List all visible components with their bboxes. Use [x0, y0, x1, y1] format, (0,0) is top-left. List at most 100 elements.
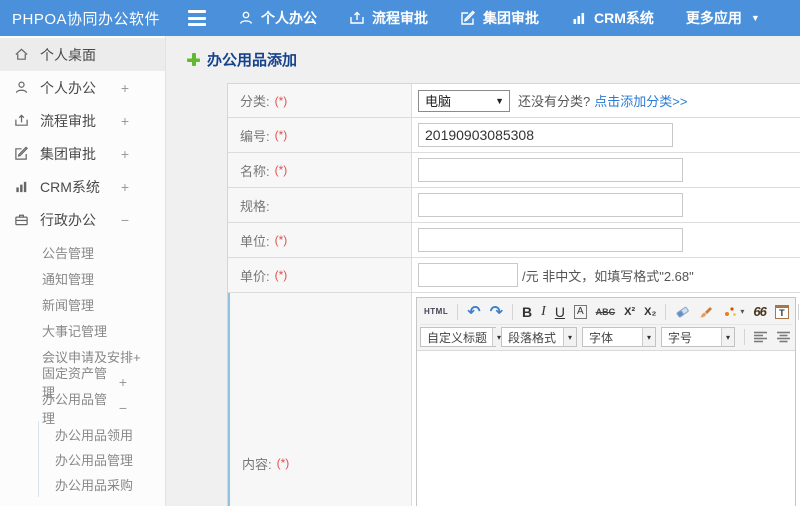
expand-icon: +: [118, 374, 127, 390]
price-input[interactable]: [418, 263, 518, 287]
nav-workflow-approval[interactable]: 流程审批: [349, 8, 428, 28]
flow-icon: [14, 113, 31, 128]
chart-icon: [571, 10, 587, 26]
paste-button[interactable]: T: [771, 301, 793, 323]
align-right-button[interactable]: [796, 326, 800, 348]
editor-content-area[interactable]: [417, 351, 795, 506]
unit-input[interactable]: [418, 228, 683, 252]
sidebar-item-label: 个人办公: [40, 79, 96, 96]
caret-down-icon: ▼: [495, 95, 504, 106]
form-row-name: 名称: (*): [228, 153, 800, 188]
nav-group-approval[interactable]: 集团审批: [460, 8, 539, 28]
menu-bar: [188, 10, 206, 13]
font-style-button[interactable]: A: [570, 301, 591, 323]
required-marker: (*): [274, 93, 288, 108]
field-value-code: [412, 118, 800, 152]
sidebar-item-news-mgmt[interactable]: 新闻管理: [0, 291, 165, 317]
required-marker: (*): [274, 233, 288, 247]
code-input[interactable]: [418, 123, 673, 147]
nav-personal-office[interactable]: 个人办公: [238, 8, 317, 28]
expand-icon: +: [120, 79, 129, 96]
edit-icon: [14, 146, 31, 161]
font-style-icon: A: [573, 304, 587, 319]
html-source-button[interactable]: HTML: [420, 301, 452, 323]
italic-button[interactable]: I: [537, 301, 550, 323]
nav-crm-system[interactable]: CRM系统: [571, 8, 654, 28]
font-family-select[interactable]: 字体 ▾: [582, 327, 656, 347]
sidebar-item-supplies-purchase[interactable]: 办公用品采购: [39, 472, 165, 497]
app-logo[interactable]: PHPOA协同办公软件: [0, 8, 188, 29]
user-icon: [238, 10, 254, 26]
align-left-icon: [754, 331, 768, 343]
sidebar-item-label: 流程审批: [40, 112, 96, 129]
font-size-select[interactable]: 字号 ▾: [661, 327, 735, 347]
required-marker: (*): [274, 268, 288, 282]
sidebar-item-workflow-approval[interactable]: 流程审批 +: [0, 104, 165, 137]
paste-icon: T: [774, 304, 789, 319]
sidebar-item-events-mgmt[interactable]: 大事记管理: [0, 317, 165, 343]
field-label-code: 编号: (*): [228, 118, 412, 152]
blockquote-button[interactable]: 66: [749, 301, 769, 323]
superscript-button[interactable]: X²: [620, 301, 639, 323]
form-row-unit: 单位: (*): [228, 223, 800, 258]
sidebar-item-notice-mgmt[interactable]: 通知管理: [0, 265, 165, 291]
eraser-button[interactable]: [671, 301, 694, 323]
field-label-content: 内容: (*): [228, 293, 412, 506]
field-value-price: /元 非中文，如填写格式"2.68": [412, 258, 800, 292]
caret-down-icon: ▾: [641, 328, 655, 346]
caret-down-icon: ▾: [740, 307, 745, 316]
spec-input[interactable]: [418, 193, 683, 217]
sidebar-item-label: 办公用品领用: [55, 428, 134, 443]
category-select-value: 电脑: [425, 94, 452, 109]
edit-icon: [460, 10, 476, 26]
sidebar-item-announcement-mgmt[interactable]: 公告管理: [0, 239, 165, 265]
toolbar-separator: [457, 303, 459, 320]
sidebar-item-personal-office[interactable]: 个人办公 +: [0, 71, 165, 104]
align-left-button[interactable]: [750, 326, 772, 348]
category-select[interactable]: 电脑 ▼: [418, 89, 510, 112]
format-painter-button[interactable]: ▾: [719, 301, 748, 323]
field-label-spec: 规格:: [228, 188, 412, 222]
subscript-button[interactable]: X₂: [640, 301, 660, 323]
label-text: 单位:: [240, 233, 270, 249]
category-hint-text: 还没有分类?: [518, 94, 591, 109]
nav-label: 更多应用: [685, 10, 742, 26]
select-value: 字号: [668, 330, 693, 345]
topbar: PHPOA协同办公软件 个人办公 流程审批 集团审批 CRM系统 更多应用 ▼: [0, 0, 800, 36]
custom-heading-select[interactable]: 自定义标题 ▾: [420, 327, 506, 347]
sidebar-item-supplies-management[interactable]: 办公用品管理: [39, 447, 165, 472]
toolbar-separator: [665, 303, 667, 320]
sidebar-item-label: 办公用品管理: [42, 392, 108, 426]
select-value: 自定义标题: [427, 330, 488, 345]
redo-button[interactable]: ↷: [486, 301, 507, 323]
label-text: 名称:: [240, 163, 270, 179]
sidebar-item-label: 个人桌面: [40, 46, 96, 63]
sidebar-item-office-supplies-mgmt[interactable]: 办公用品管理 −: [0, 392, 165, 426]
name-input[interactable]: [418, 158, 683, 182]
undo-button[interactable]: ↶: [463, 301, 484, 323]
bold-button[interactable]: B: [518, 301, 536, 323]
required-marker: (*): [274, 163, 288, 177]
sidebar-item-supplies-requisition[interactable]: 办公用品领用: [39, 422, 165, 447]
field-label-category: 分类: (*): [228, 84, 412, 117]
nav-more-apps[interactable]: 更多应用 ▼: [686, 8, 760, 28]
page-title-text: 办公用品添加: [207, 52, 298, 69]
strikethrough-button[interactable]: ABC: [592, 301, 620, 323]
menu-icon[interactable]: [188, 10, 210, 26]
sidebar-item-admin-office[interactable]: 行政办公 −: [0, 203, 165, 236]
align-center-button[interactable]: [773, 326, 795, 348]
sidebar-item-crm-system[interactable]: CRM系统 +: [0, 170, 165, 203]
sidebar-item-label: 办公用品管理: [55, 453, 134, 468]
paragraph-format-select[interactable]: 段落格式 ▾: [501, 327, 577, 347]
sidebar-item-group-approval[interactable]: 集团审批 +: [0, 137, 165, 170]
office-supplies-submenu: 办公用品领用 办公用品管理 办公用品采购: [38, 421, 165, 497]
add-category-link[interactable]: 点击添加分类>>: [594, 91, 687, 110]
caret-down-icon: ▾: [720, 328, 734, 346]
sidebar-item-label: CRM系统: [40, 178, 100, 195]
field-value-content: HTML ↶ ↷ B I U A ABC X² X₂ ▾ 66 T 自定义标题 …: [412, 293, 800, 506]
underline-button[interactable]: U: [551, 301, 569, 323]
sidebar-item-personal-desktop[interactable]: 个人桌面: [0, 38, 165, 71]
clear-format-button[interactable]: [695, 301, 718, 323]
nav-label: 集团审批: [483, 10, 539, 26]
flow-icon: [349, 10, 365, 26]
